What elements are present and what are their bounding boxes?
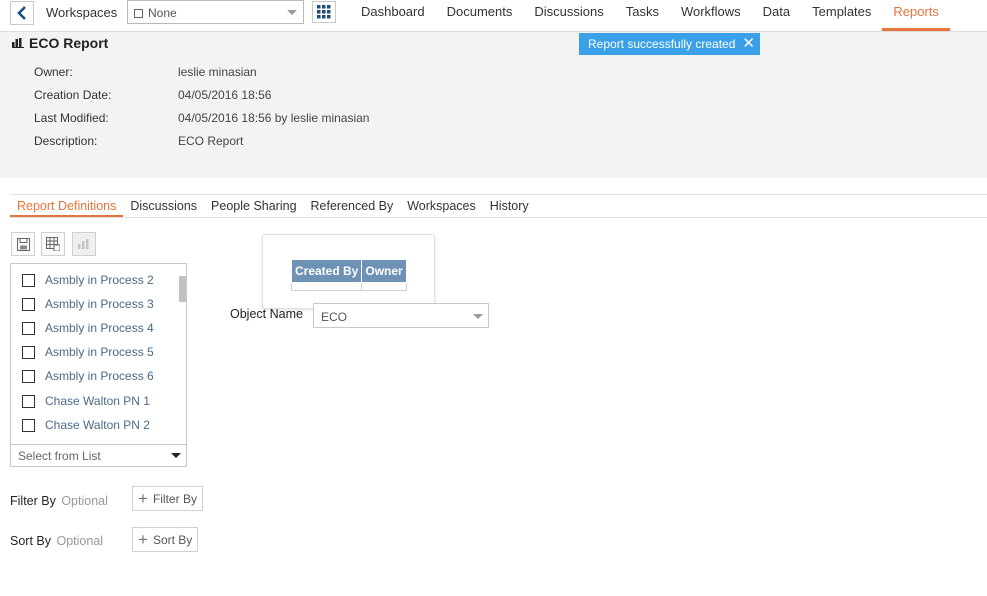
list-scrollbar[interactable] (179, 276, 186, 302)
column-header[interactable]: Created By (290, 259, 363, 283)
add-sort-label: Sort By (152, 532, 193, 547)
list-item[interactable]: Asmbly in Process 3 (11, 293, 176, 317)
empty-cell (361, 282, 407, 291)
checkbox[interactable] (22, 346, 35, 359)
sort-by-label: Sort By Optional (10, 534, 103, 548)
optional-text: Optional (61, 494, 108, 508)
report-title-row: ECO Report (12, 35, 108, 51)
filter-by-text: Filter By (10, 494, 56, 508)
columns-preview-table: Created By Owner (290, 259, 407, 291)
field-list[interactable]: Asmbly in Process 2 Asmbly in Process 3 … (10, 263, 187, 445)
bar-chart-icon (12, 38, 24, 48)
save-button[interactable] (11, 232, 35, 256)
nav-tasks[interactable]: Tasks (615, 0, 670, 31)
list-item-label: Asmbly in Process 5 (45, 345, 154, 359)
table-view-button[interactable] (41, 232, 65, 256)
plus-icon: + (138, 489, 148, 508)
nav-workflows[interactable]: Workflows (670, 0, 752, 31)
tab-discussions[interactable]: Discussions (123, 195, 204, 217)
close-icon[interactable]: ✕ (742, 34, 755, 52)
optional-text: Optional (56, 534, 104, 548)
nav-discussions[interactable]: Discussions (523, 0, 614, 31)
meta-value: ECO Report (178, 134, 244, 148)
meta-value: 04/05/2016 18:56 by leslie minasian (178, 111, 370, 125)
nav-templates[interactable]: Templates (801, 0, 882, 31)
meta-key: Description: (34, 134, 98, 148)
list-item[interactable]: Chase Walton PN 1 (11, 390, 176, 414)
plus-icon: + (138, 530, 148, 549)
filter-by-label: Filter By Optional (10, 494, 108, 508)
empty-cell (290, 282, 363, 291)
checkbox[interactable] (22, 395, 35, 408)
report-header: ECO Report Report successfully created ✕… (0, 32, 987, 178)
object-name-select[interactable]: ECO (313, 303, 489, 328)
bar-chart-icon (78, 239, 89, 249)
list-item-label: Asmbly in Process 2 (45, 273, 154, 287)
checkbox[interactable] (22, 322, 35, 335)
top-nav-bar: Workspaces None Dashboard Documents Disc… (0, 0, 987, 32)
tab-history[interactable]: History (483, 195, 536, 217)
dropdown-arrow-icon (171, 453, 181, 458)
list-item-label: Chase Walton PN 1 (45, 394, 150, 408)
nav-data[interactable]: Data (752, 0, 801, 31)
workspace-select[interactable]: None (127, 0, 304, 24)
list-item-label: Asmbly in Process 4 (45, 321, 154, 335)
checkbox[interactable] (22, 370, 35, 383)
nav-documents[interactable]: Documents (436, 0, 524, 31)
add-filter-label: Filter By (152, 491, 197, 506)
columns-preview: Created By Owner (262, 234, 435, 309)
meta-key: Owner: (34, 65, 73, 79)
list-item[interactable]: Asmbly in Process 2 (11, 269, 176, 293)
nav-reports[interactable]: Reports (882, 0, 950, 31)
sort-by-text: Sort By (10, 534, 51, 548)
tab-report-definitions[interactable]: Report Definitions (10, 195, 124, 217)
meta-key: Last Modified: (34, 111, 109, 125)
nav-dashboard[interactable]: Dashboard (350, 0, 436, 31)
checkbox[interactable] (22, 298, 35, 311)
meta-value: leslie minasian (178, 65, 257, 79)
report-tabs: Report Definitions Discussions People Sh… (10, 194, 987, 218)
meta-key: Creation Date: (34, 88, 112, 102)
object-name-value: ECO (321, 310, 348, 324)
grid-icon (317, 5, 331, 19)
list-item[interactable]: Asmbly in Process 4 (11, 317, 176, 341)
save-icon (16, 237, 30, 251)
meta-value: 04/05/2016 18:56 (178, 88, 272, 102)
checkbox-icon (134, 9, 143, 18)
list-item[interactable]: Asmbly in Process 5 (11, 341, 176, 365)
table-icon (46, 237, 60, 251)
dropdown-arrow-icon (473, 314, 483, 319)
toast-message: Report successfully created (588, 37, 736, 51)
workspace-select-value: None (148, 6, 177, 20)
checkbox[interactable] (22, 274, 35, 287)
field-select-placeholder: Select from List (18, 449, 101, 463)
tab-referenced-by[interactable]: Referenced By (304, 195, 401, 217)
workspaces-label: Workspaces (46, 5, 118, 20)
list-item-label: Chase Walton PN 2 (45, 418, 150, 432)
column-header[interactable]: Owner (361, 259, 407, 283)
success-toast: Report successfully created ✕ (579, 33, 760, 55)
object-name-label: Object Name (230, 307, 303, 321)
list-item[interactable]: Asmbly in Process 6 (11, 365, 176, 389)
field-select[interactable]: Select from List (10, 444, 187, 467)
add-sort-button[interactable]: + Sort By (132, 527, 199, 552)
back-button[interactable] (10, 1, 34, 25)
list-item-label: Asmbly in Process 3 (45, 297, 154, 311)
page-title: ECO Report (29, 35, 109, 51)
chart-view-button[interactable] (72, 232, 96, 256)
chevron-left-icon (17, 6, 26, 20)
main-nav: Dashboard Documents Discussions Tasks Wo… (350, 0, 950, 32)
apps-grid-button[interactable] (312, 1, 336, 23)
tab-people-sharing[interactable]: People Sharing (204, 195, 303, 217)
tab-workspaces[interactable]: Workspaces (400, 195, 483, 217)
list-item-label: Asmbly in Process 6 (45, 369, 154, 383)
add-filter-button[interactable]: + Filter By (132, 486, 203, 511)
dropdown-arrow-icon (287, 10, 297, 15)
checkbox[interactable] (22, 419, 35, 432)
list-item[interactable]: Chase Walton PN 2 (11, 414, 176, 438)
